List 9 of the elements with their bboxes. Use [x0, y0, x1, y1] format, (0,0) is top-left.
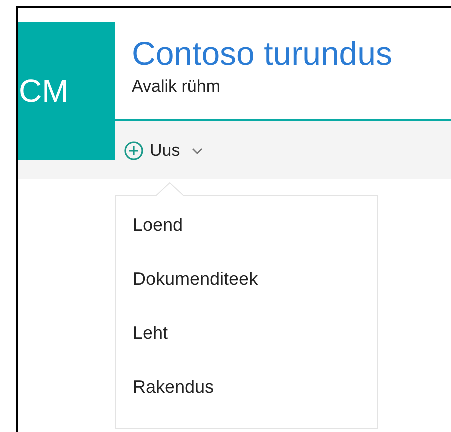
menu-item[interactable]: Loend: [133, 212, 184, 266]
menu-item[interactable]: Dokumenditeek: [133, 266, 258, 320]
group-logo: CM: [18, 22, 115, 160]
site-title[interactable]: Contoso turundus: [132, 34, 451, 74]
site-subtitle: Avalik rühm: [132, 76, 222, 98]
menu-item[interactable]: Leht: [133, 320, 168, 374]
chevron-down-icon: [192, 148, 204, 154]
menu-item[interactable]: Rakendus: [133, 374, 214, 428]
plus-circle-icon: [124, 141, 144, 161]
